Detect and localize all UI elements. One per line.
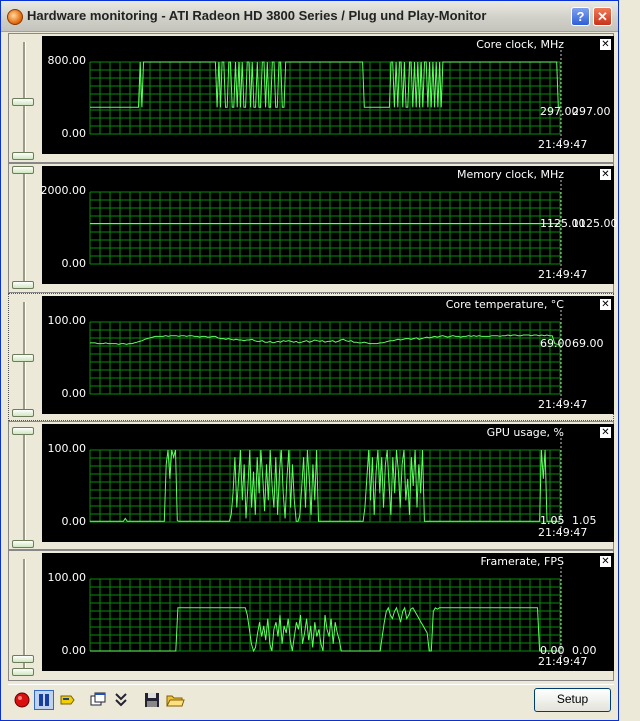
framerate-limit-min-handle[interactable] xyxy=(12,668,34,676)
memory-clock-limit-min-handle[interactable] xyxy=(12,281,34,289)
close-graph-icon[interactable]: ✕ xyxy=(600,427,611,438)
memory-clock-title: Memory clock, MHz xyxy=(456,168,564,181)
y-max-label: 100.00 xyxy=(47,442,87,455)
current-value-label: 69.00 xyxy=(540,337,572,351)
core-clock-plot xyxy=(89,50,562,142)
core-temperature-limit-min-handle[interactable] xyxy=(12,409,34,417)
time-label: 21:49:47 xyxy=(538,138,588,151)
memory-clock-slider-track[interactable] xyxy=(23,172,26,284)
framerate-plot xyxy=(89,567,562,659)
y-min-label: 0.00 xyxy=(61,515,87,528)
save-icon[interactable] xyxy=(142,690,162,710)
core-temperature-title: Core temperature, °C xyxy=(445,298,564,311)
close-window-button[interactable]: ✕ xyxy=(593,7,612,26)
gpu-usage-limit-min-handle[interactable] xyxy=(12,540,34,548)
setup-button[interactable]: Setup xyxy=(534,688,611,712)
collapse-icon[interactable] xyxy=(111,690,131,710)
time-label: 21:49:47 xyxy=(538,526,588,539)
help-button[interactable]: ? xyxy=(571,7,590,26)
close-graph-icon[interactable]: ✕ xyxy=(600,169,611,180)
app-icon xyxy=(7,9,23,25)
bottom-toolbar: Setup xyxy=(8,684,614,715)
core-clock-graph[interactable]: Core clock, MHz 800.00 0.00 297.00 297.00 21:… xyxy=(42,36,614,154)
framerate-graph[interactable]: Framerate, FPS 100.00 0.00 0.00 0.00 21:49:47… xyxy=(42,553,614,671)
core-temperature-plot xyxy=(89,310,562,402)
pause-icon[interactable] xyxy=(34,690,54,710)
gpu-usage-panel: GPU usage, % 100.00 0.00 1.05 1.05 21:49:47 ✕ xyxy=(8,421,614,550)
title-bar[interactable]: Hardware monitoring - ATI Radeon HD 3800… xyxy=(1,1,618,32)
core-clock-limit-min-handle[interactable] xyxy=(12,152,34,160)
y-max-label: 2000.00 xyxy=(40,184,87,197)
framerate-title: Framerate, FPS xyxy=(480,555,564,568)
core-clock-title: Core clock, MHz xyxy=(476,38,564,51)
gpu-usage-plot xyxy=(89,438,562,530)
time-label: 21:49:47 xyxy=(538,268,588,281)
time-label: 21:49:47 xyxy=(538,655,588,668)
y-min-label: 0.00 xyxy=(61,387,87,400)
gpu-usage-title: GPU usage, % xyxy=(486,426,564,439)
marker-icon[interactable] xyxy=(57,690,77,710)
current-value-label-2: 1125.00 xyxy=(572,216,618,230)
core-clock-panel: Core clock, MHz 800.00 0.00 297.00 297.00 21:… xyxy=(8,33,614,163)
close-graph-icon[interactable]: ✕ xyxy=(600,39,611,50)
core-clock-limit-max-handle[interactable] xyxy=(12,98,34,106)
window-title: Hardware monitoring - ATI Radeon HD 3800… xyxy=(27,8,487,23)
current-value-label-2: 297.00 xyxy=(572,105,611,119)
gpu-usage-slider-track[interactable] xyxy=(23,430,26,541)
core-temperature-graph[interactable]: Core temperature, °C 100.00 0.00 69.00 69.00… xyxy=(42,296,614,414)
record-icon[interactable] xyxy=(12,690,32,710)
memory-clock-plot xyxy=(89,180,562,272)
y-min-label: 0.00 xyxy=(61,257,87,270)
memory-clock-limit-max-handle[interactable] xyxy=(12,166,34,174)
core-temperature-panel: Core temperature, °C 100.00 0.00 69.00 69.00… xyxy=(8,293,614,421)
detach-window-icon[interactable] xyxy=(88,690,108,710)
y-max-label: 800.00 xyxy=(47,54,87,67)
close-graph-icon[interactable]: ✕ xyxy=(600,299,611,310)
memory-clock-graph[interactable]: Memory clock, MHz 2000.00 0.00 1125.00 1125.… xyxy=(40,166,618,284)
core-temperature-limit-max-handle[interactable] xyxy=(12,354,34,362)
time-label: 21:49:47 xyxy=(538,398,588,411)
memory-clock-panel: Memory clock, MHz 2000.00 0.00 1125.00 1125.… xyxy=(8,163,618,293)
gpu-usage-limit-max-handle[interactable] xyxy=(12,427,34,435)
y-min-label: 0.00 xyxy=(61,127,87,140)
open-folder-icon[interactable] xyxy=(165,690,185,710)
framerate-limit-max-handle[interactable] xyxy=(12,655,34,663)
gpu-usage-graph[interactable]: GPU usage, % 100.00 0.00 1.05 1.05 21:49:47 ✕ xyxy=(42,424,614,542)
y-max-label: 100.00 xyxy=(47,571,87,584)
close-graph-icon[interactable]: ✕ xyxy=(600,556,611,567)
y-min-label: 0.00 xyxy=(61,644,87,657)
current-value-label-2: 69.00 xyxy=(572,337,604,351)
y-max-label: 100.00 xyxy=(47,314,87,327)
framerate-panel: Framerate, FPS 100.00 0.00 0.00 0.00 21:49:47… xyxy=(8,550,614,681)
hardware-monitoring-window: Hardware monitoring - ATI Radeon HD 3800… xyxy=(0,0,619,721)
